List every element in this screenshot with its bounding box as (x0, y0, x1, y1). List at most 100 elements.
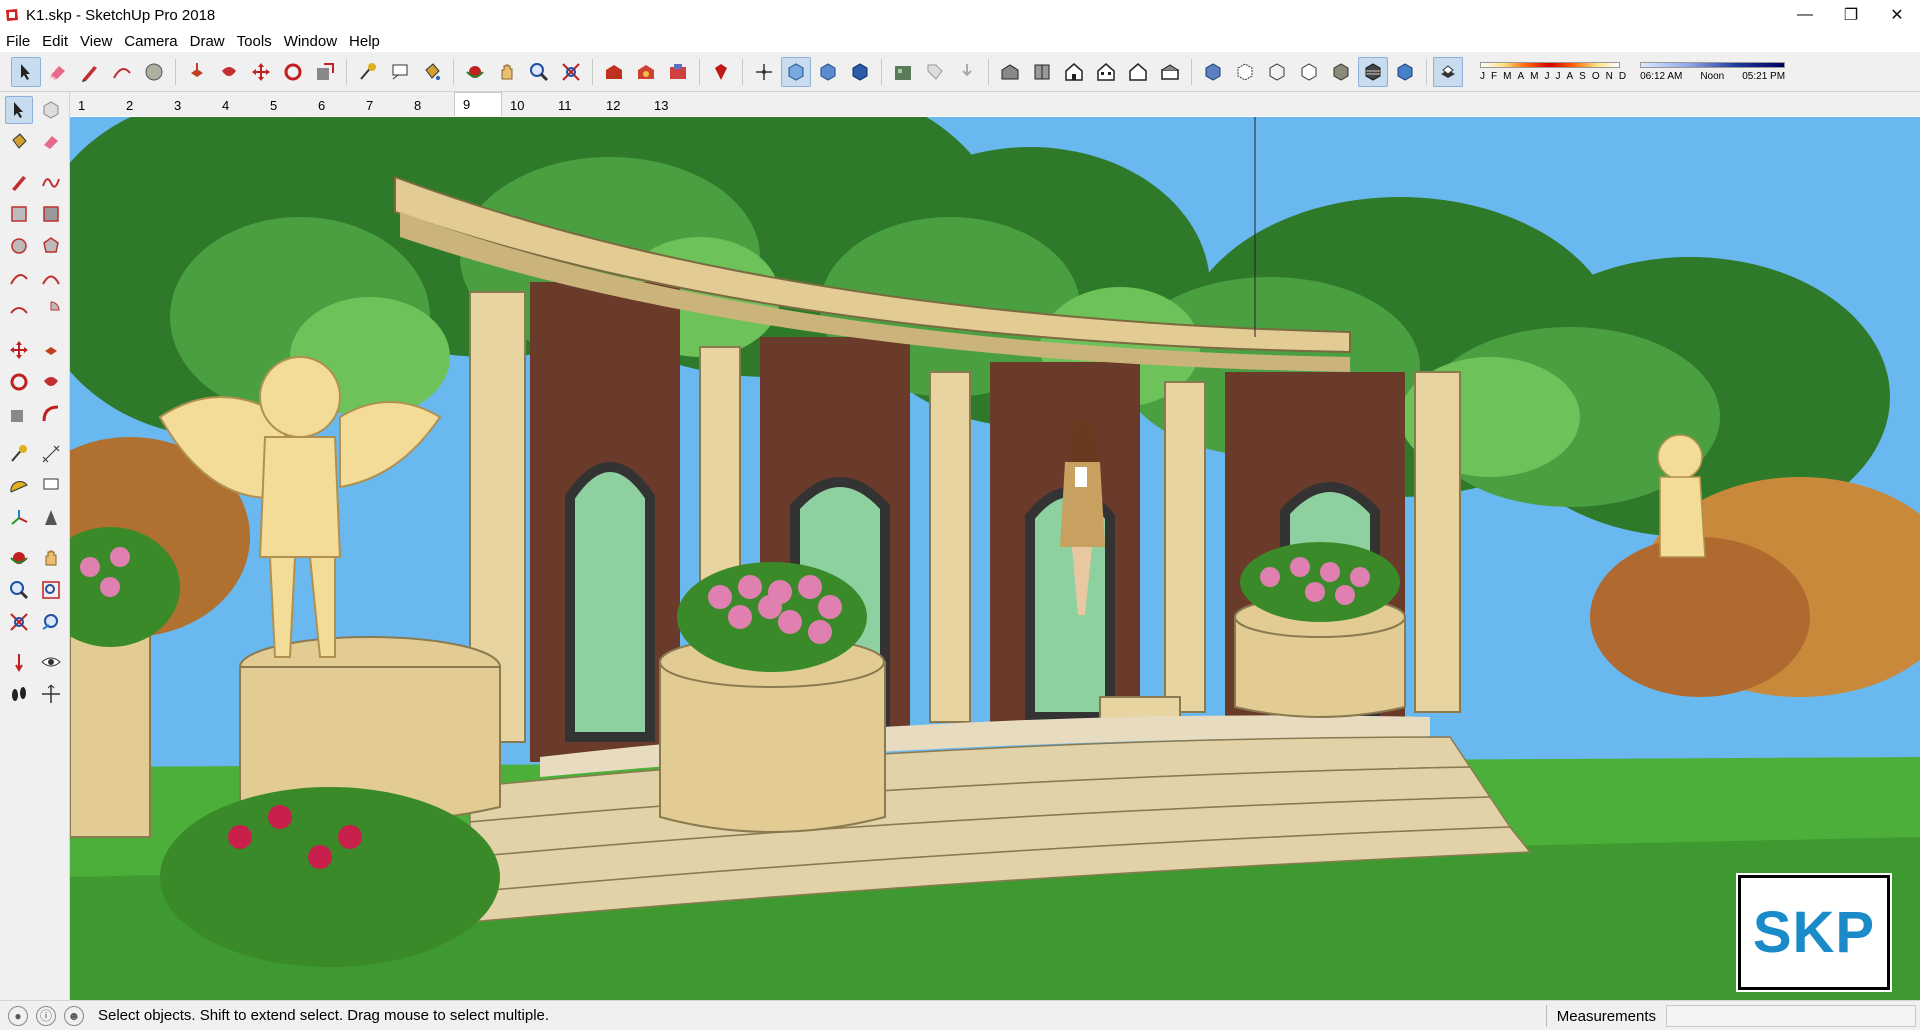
offset-button[interactable] (37, 400, 65, 428)
style-tag-button[interactable] (920, 57, 950, 87)
position-camera-button[interactable] (5, 648, 33, 676)
left-scale-button[interactable] (5, 400, 33, 428)
left-follow-me-button[interactable] (37, 368, 65, 396)
orbit-tool-button[interactable] (460, 57, 490, 87)
scene-tab-11[interactable]: 11 (550, 94, 598, 116)
select-tool-button[interactable] (11, 56, 41, 87)
left-orbit-button[interactable] (5, 544, 33, 572)
left-paint-button[interactable] (5, 128, 33, 156)
front-view-button[interactable] (1059, 57, 1089, 87)
left-tape-measure-button[interactable] (5, 440, 33, 468)
zoom-extents-tool-button[interactable] (556, 57, 586, 87)
shaded-style-button[interactable] (1326, 57, 1356, 87)
iso-camera-button[interactable] (995, 57, 1025, 87)
iso-view-button[interactable] (749, 57, 779, 87)
month-slider-track[interactable] (1480, 61, 1620, 68)
geolocation-icon[interactable]: ● (8, 1005, 28, 1026)
extension-warehouse-button[interactable] (706, 57, 736, 87)
walk-button[interactable] (5, 680, 33, 708)
scale-tool-button[interactable] (310, 57, 340, 87)
close-icon[interactable]: ✕ (1874, 0, 1920, 30)
restore-icon[interactable]: ❐ (1828, 0, 1874, 30)
line-tool-button[interactable] (75, 57, 105, 87)
look-around-button[interactable] (37, 648, 65, 676)
left-pan-button[interactable] (37, 544, 65, 572)
menu-draw[interactable]: Draw (184, 33, 231, 50)
paint-bucket-tool-button[interactable] (417, 57, 447, 87)
user-account-icon[interactable]: ☻ (64, 1005, 84, 1026)
back-view-button[interactable] (1123, 57, 1153, 87)
warehouse-button[interactable] (599, 57, 629, 87)
move-tool-button[interactable] (246, 57, 276, 87)
shaded-textures-style-button[interactable] (1358, 56, 1388, 87)
tape-measure-tool-button[interactable] (353, 57, 383, 87)
xray-style-button[interactable] (1198, 57, 1228, 87)
top-view-button[interactable] (1027, 57, 1057, 87)
pie-button[interactable] (37, 296, 65, 324)
menu-edit[interactable]: Edit (36, 33, 74, 50)
zoom-tool-button[interactable] (524, 57, 554, 87)
zoom-window-button[interactable] (37, 576, 65, 604)
left-select-button[interactable] (4, 96, 33, 124)
protractor-button[interactable] (5, 472, 33, 500)
monochrome-style-button[interactable] (1390, 57, 1420, 87)
arc-tool-button[interactable] (107, 57, 137, 87)
eraser-tool-button[interactable] (43, 57, 73, 87)
rectangle-button[interactable] (5, 200, 33, 228)
polygon-button[interactable] (37, 232, 65, 260)
left-eraser-button[interactable] (37, 128, 65, 156)
menu-help[interactable]: Help (343, 33, 386, 50)
time-slider[interactable]: 06:12 AM Noon 05:21 PM (1640, 61, 1786, 82)
scene-tab-3[interactable]: 3 (166, 94, 214, 116)
model-viewport[interactable]: SKP (70, 117, 1920, 1000)
section-plane-button[interactable] (37, 680, 65, 708)
scene-tab-7[interactable]: 7 (358, 94, 406, 116)
scene-tab-2[interactable]: 2 (118, 94, 166, 116)
model-info-button[interactable] (888, 57, 918, 87)
scene-tab-12[interactable]: 12 (598, 94, 646, 116)
left-zoom-extents-button[interactable] (5, 608, 33, 636)
measurements-input[interactable] (1666, 1005, 1916, 1027)
scene-tab-8[interactable]: 8 (406, 94, 454, 116)
share-component-button[interactable] (663, 57, 693, 87)
menu-tools[interactable]: Tools (231, 33, 278, 50)
wireframe-style-button[interactable] (1262, 57, 1292, 87)
text-tool-button[interactable] (385, 57, 415, 87)
menu-view[interactable]: View (74, 33, 118, 50)
right-view-button[interactable] (1091, 57, 1121, 87)
left-text-button[interactable] (37, 472, 65, 500)
scene-tab-10[interactable]: 10 (502, 94, 550, 116)
scene-tab-5[interactable]: 5 (262, 94, 310, 116)
back-edges-button[interactable] (813, 57, 843, 87)
circle-button[interactable] (5, 232, 33, 260)
hidden-line-style-button[interactable] (1294, 57, 1324, 87)
share-model-button[interactable] (631, 57, 661, 87)
display-shadows-button[interactable] (1433, 56, 1463, 87)
rotated-rectangle-button[interactable] (37, 200, 65, 228)
menu-camera[interactable]: Camera (118, 33, 183, 50)
scene-tab-6[interactable]: 6 (310, 94, 358, 116)
left-move-button[interactable] (5, 336, 33, 364)
xray-view-button[interactable] (781, 56, 811, 87)
axes-button[interactable] (5, 504, 33, 532)
follow-me-tool-button[interactable] (214, 57, 244, 87)
3d-text-button[interactable] (37, 504, 65, 532)
menu-window[interactable]: Window (278, 33, 343, 50)
left-zoom-button[interactable] (5, 576, 33, 604)
left-view-button[interactable] (1155, 57, 1185, 87)
left-push-pull-button[interactable] (37, 336, 65, 364)
make-component-button[interactable] (37, 96, 65, 124)
three-point-arc-button[interactable] (5, 296, 33, 324)
arc-button[interactable] (5, 264, 33, 292)
pan-tool-button[interactable] (492, 57, 522, 87)
credits-icon[interactable]: ⓘ (36, 1005, 56, 1026)
previous-view-button[interactable] (37, 608, 65, 636)
dimension-button[interactable] (37, 440, 65, 468)
left-rotate-button[interactable] (5, 368, 33, 396)
shape-tool-button[interactable] (139, 57, 169, 87)
section-button[interactable] (952, 57, 982, 87)
back-edges-style-button[interactable] (1230, 57, 1260, 87)
scene-tab-13[interactable]: 13 (646, 94, 694, 116)
scene-tab-9[interactable]: 9 (454, 92, 502, 116)
scene-tab-1[interactable]: 1 (70, 94, 118, 116)
